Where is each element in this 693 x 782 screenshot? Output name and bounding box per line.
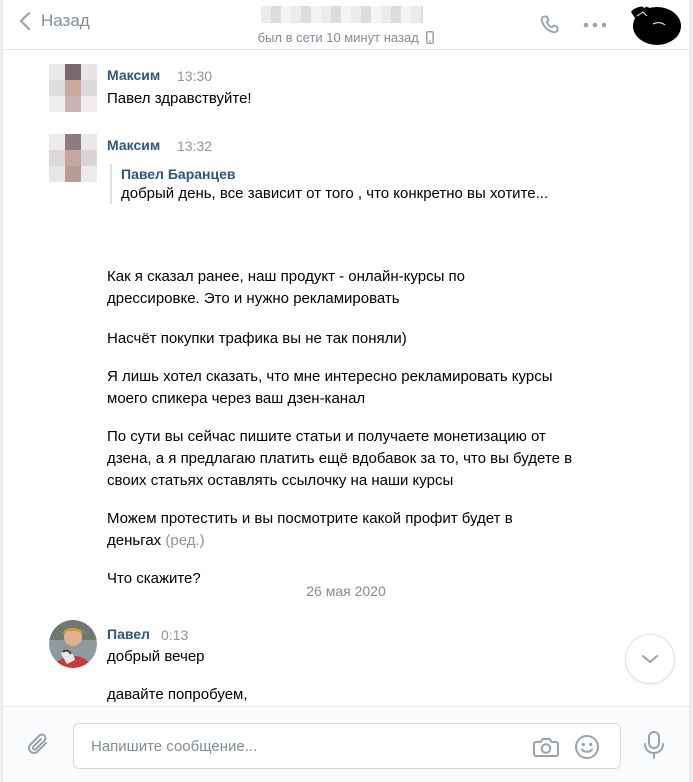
chevron-down-icon [642,655,658,663]
message-input[interactable] [91,735,511,757]
message-author[interactable]: Максим [107,67,160,83]
message-author[interactable]: Павел [107,626,150,642]
date-separator: 26 мая 2020 [306,583,386,599]
back-label: Назад [41,11,90,30]
message-item: Павел 0:13 добрый вечер давайте попробуе… [3,618,689,706]
paperclip-icon[interactable] [25,731,53,759]
message-time[interactable]: 13:32 [177,138,212,154]
edited-label[interactable]: (ред.) [165,532,204,549]
smile-icon[interactable] [574,734,600,760]
message-paragraph: Насчёт покупки трафика вы не так поняли) [107,330,407,347]
chat-header: Назад был в сети 10 минут назад [3,0,689,50]
avatar[interactable] [49,64,97,112]
chevron-left-icon [19,11,31,31]
peer-status-text: был в сети 10 минут назад [257,30,419,45]
message-paragraph: По сути вы сейчас пишите статьи и получа… [107,428,573,489]
camera-icon[interactable] [532,735,560,759]
message-paragraph: Как я сказал ранее, наш продукт - онлайн… [107,268,465,307]
chat-window: Назад был в сети 10 минут назад Максим 1… [2,0,690,782]
message-time[interactable]: 13:30 [177,68,212,84]
quote-author[interactable]: Павел Баранцев [121,164,600,184]
phone-icon[interactable] [538,13,562,37]
forwarded-message[interactable]: Павел Баранцев добрый день, все зависит … [110,164,600,204]
message-text: давайте попробуем, [107,686,248,703]
message-item: Максим 13:30 Павел здравствуйте! [3,60,689,112]
message-input-box[interactable] [73,723,621,769]
message-history: Максим 13:30 Павел здравствуйте! Максим … [3,50,689,706]
message-author[interactable]: Максим [107,137,160,153]
message-composer [3,706,689,782]
back-button[interactable]: Назад [19,11,90,31]
message-text: Павел здравствуйте! [107,90,252,107]
quote-text: добрый день, все зависит от того , что к… [121,185,549,202]
message-item: Максим 13:32 Павел Баранцев добрый день,… [3,130,689,587]
avatar[interactable] [49,134,97,182]
message-paragraph: Я лишь хотел сказать, что мне интересно … [107,368,553,407]
message-paragraph-edited: Можем протестить и вы посмотрите какой п… [107,508,567,552]
message-text: добрый вечер [107,648,205,665]
peer-avatar[interactable] [627,2,683,46]
peer-name-redacted[interactable] [261,6,423,23]
scroll-down-button[interactable] [625,634,675,684]
more-dots-icon[interactable] [583,22,607,28]
message-time[interactable]: 0:13 [161,627,188,643]
peer-status: был в сети 10 минут назад [3,30,689,45]
mobile-icon [426,31,435,44]
avatar[interactable] [49,620,97,668]
microphone-icon[interactable] [643,730,665,760]
